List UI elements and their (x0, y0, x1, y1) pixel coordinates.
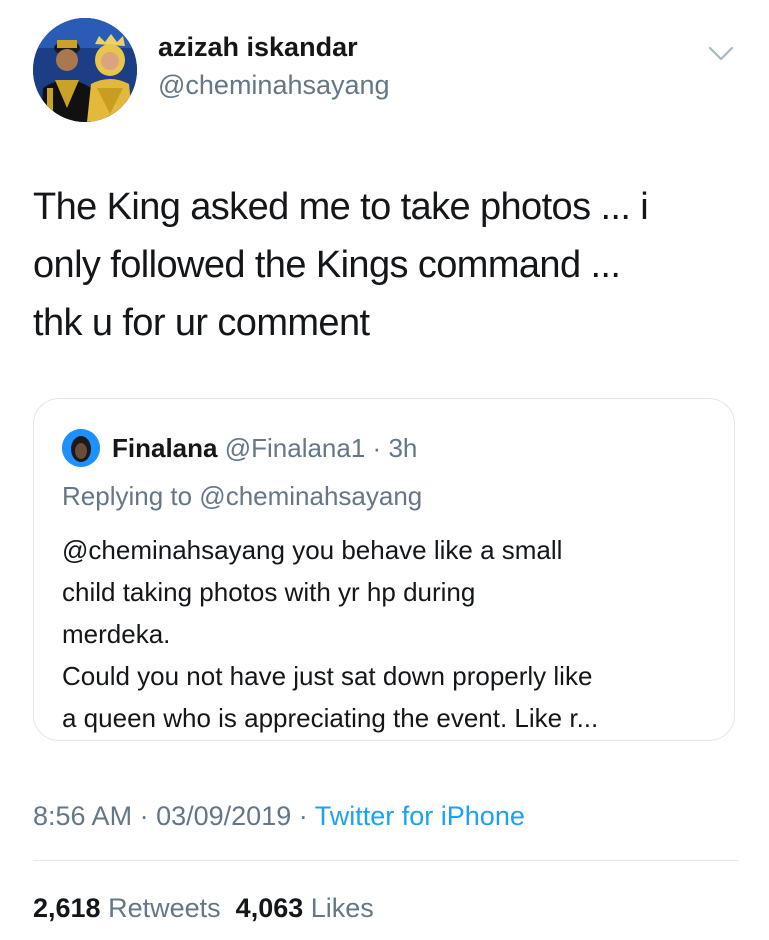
meta-separator: · (298, 801, 308, 831)
retweets-label[interactable]: Retweets (108, 893, 221, 923)
retweets-count[interactable]: 2,618 (33, 893, 101, 923)
tweet-text-line: only followed the Kings command ... (33, 244, 621, 286)
author-handle[interactable]: @cheminahsayang (158, 68, 390, 102)
quoted-author-avatar (62, 429, 100, 467)
quoted-text-line: child taking photos with yr hp during (62, 577, 476, 607)
quoted-avatar-image (62, 429, 100, 467)
quoted-header: Finalana @Finalana1 · 3h (112, 429, 417, 467)
quoted-display-name[interactable]: Finalana (112, 433, 217, 463)
tweet-meta: 8:56 AM · 03/09/2019 · Twitter for iPhon… (33, 798, 525, 834)
quoted-text-line: Could you not have just sat down properl… (62, 661, 593, 691)
author-display-name[interactable]: azizah iskandar (158, 30, 390, 64)
author-avatar[interactable] (33, 18, 137, 122)
tweet-time: 8:56 AM (33, 801, 133, 831)
quoted-text-line: @cheminahsayang you behave like a small (62, 535, 563, 565)
avatar-image (33, 18, 137, 122)
quoted-handle[interactable]: @Finalana1 (225, 433, 366, 463)
quoted-time: 3h (388, 433, 418, 463)
meta-separator: · (139, 801, 149, 831)
meta-separator: · (372, 433, 382, 463)
tweet-text-line: thk u for ur comment (33, 302, 370, 344)
tweet-date[interactable]: 03/09/2019 (156, 801, 291, 831)
likes-label[interactable]: Likes (311, 893, 374, 923)
tweet-text: The King asked me to take photos ... i o… (33, 178, 738, 352)
tweet-text-line: The King asked me to take photos ... i (33, 186, 649, 228)
engagement-stats: 2,618 Retweets 4,063 Likes (33, 890, 374, 926)
author-block: azizah iskandar @cheminahsayang (158, 30, 390, 102)
tweet-source-link[interactable]: Twitter for iPhone (315, 801, 525, 831)
quoted-text: @cheminahsayang you behave like a small … (62, 529, 712, 739)
quoted-text-line: merdeka. (62, 619, 171, 649)
likes-count[interactable]: 4,063 (236, 893, 304, 923)
quoted-tweet-card[interactable]: Finalana @Finalana1 · 3h Replying to @ch… (33, 398, 735, 741)
chevron-down-icon[interactable] (706, 38, 736, 68)
replying-to: Replying to @cheminahsayang (62, 481, 423, 511)
divider (33, 860, 738, 861)
quoted-text-line: a queen who is appreciating the event. L… (62, 703, 599, 733)
